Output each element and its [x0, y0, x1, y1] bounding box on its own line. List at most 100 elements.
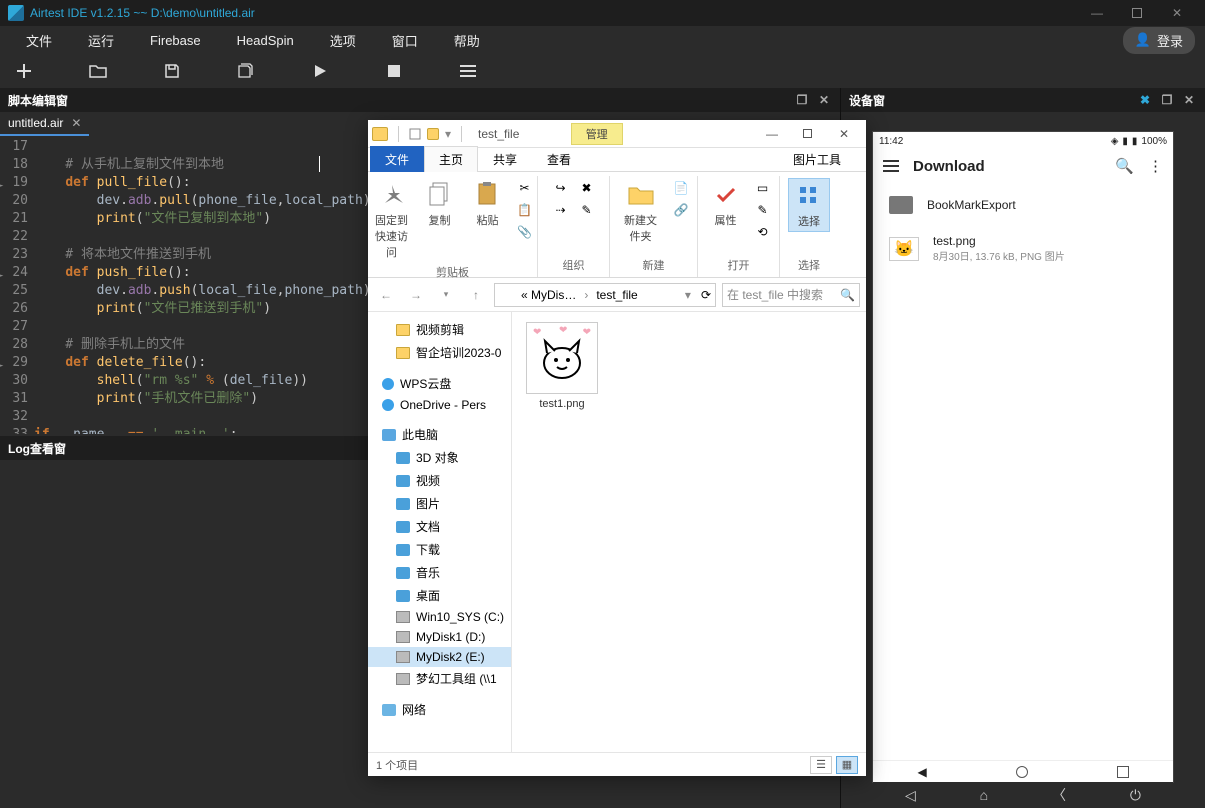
view-icons-button[interactable]: ▦	[836, 756, 858, 774]
tree-item[interactable]: 网络	[368, 698, 511, 721]
editor-tab[interactable]: untitled.air ✕	[0, 112, 89, 136]
editor-panel-close-icon[interactable]: ✕	[816, 92, 832, 108]
explorer-titlebar[interactable]: ▾ test_file 管理 — ✕	[368, 120, 866, 148]
ribbon-moveto-icon[interactable]: ↪	[551, 178, 571, 198]
editor-tab-close-icon[interactable]: ✕	[71, 116, 81, 130]
window-close-button[interactable]: ✕	[1157, 0, 1197, 26]
qat-folder-icon[interactable]	[427, 128, 439, 140]
tree-item[interactable]: MyDisk2 (E:)	[368, 647, 511, 667]
login-button[interactable]: 👤 登录	[1123, 27, 1195, 54]
ribbon-newitem-icon[interactable]: 📄	[671, 178, 691, 198]
nav-recent-dropdown[interactable]: ▾	[434, 283, 458, 307]
menu-firebase[interactable]: Firebase	[132, 27, 219, 54]
ribbon-edit-icon[interactable]: ✎	[753, 200, 773, 220]
explorer-nav-tree[interactable]: 视频剪辑智企培训2023-0 WPS云盘OneDrive - Pers 此电脑3D …	[368, 312, 512, 752]
menu-file[interactable]: 文件	[8, 25, 70, 56]
ribbon-tab-view[interactable]: 查看	[532, 146, 586, 172]
toolbar-saveall-button[interactable]	[234, 59, 258, 83]
qat-dropdown-icon[interactable]: ▾	[445, 127, 451, 141]
menu-window[interactable]: 窗口	[374, 25, 436, 56]
tree-item[interactable]: 视频剪辑	[368, 318, 511, 341]
nav-recent-icon[interactable]	[1117, 766, 1129, 778]
explorer-close-button[interactable]: ✕	[826, 122, 862, 146]
tree-item[interactable]: 下载	[368, 538, 511, 561]
device-power-button[interactable]: ⏻	[1130, 787, 1141, 804]
toolbar-new-button[interactable]	[12, 59, 36, 83]
tree-item[interactable]: 梦幻工具组 (\\1	[368, 667, 511, 690]
device-back-button[interactable]: ◁	[905, 787, 916, 804]
address-box[interactable]: « MyDis… › test_file ▾ ⟳	[494, 283, 716, 307]
tree-item[interactable]: 智企培训2023-0	[368, 341, 511, 364]
nav-back-button[interactable]: ←	[374, 283, 398, 307]
more-icon[interactable]: ⋮	[1148, 157, 1163, 175]
ribbon-shortcut-icon[interactable]: 📎	[515, 222, 535, 242]
menu-options[interactable]: 选项	[312, 25, 374, 56]
tree-item[interactable]: 图片	[368, 492, 511, 515]
nav-back-icon[interactable]: ◀	[917, 765, 926, 779]
ribbon-tab-home[interactable]: 主页	[424, 146, 478, 172]
tree-item[interactable]: Win10_SYS (C:)	[368, 607, 511, 627]
ribbon-newfolder-button[interactable]: 新建文件夹	[616, 178, 665, 246]
view-details-button[interactable]: ☰	[810, 756, 832, 774]
nav-home-icon[interactable]	[1016, 766, 1028, 778]
tree-item[interactable]: 视频	[368, 469, 511, 492]
ribbon-properties-button[interactable]: 属性	[705, 178, 747, 242]
menu-help[interactable]: 帮助	[436, 25, 498, 56]
phone-mirror[interactable]: 11:42 ◈ ▮ ▮ 100% Download 🔍 ⋮	[873, 132, 1173, 782]
explorer-manage-tab[interactable]: 管理	[571, 123, 623, 145]
editor-panel-popout-icon[interactable]: ❐	[794, 92, 810, 108]
refresh-icon[interactable]: ⟳	[701, 288, 711, 302]
toolbar-save-button[interactable]	[160, 59, 184, 83]
address-dropdown-icon[interactable]: ▾	[685, 288, 691, 302]
ribbon-tab-file[interactable]: 文件	[370, 146, 424, 172]
tree-item[interactable]: OneDrive - Pers	[368, 395, 511, 415]
ribbon-cut-icon[interactable]: ✂	[515, 178, 535, 198]
ribbon-tab-share[interactable]: 共享	[478, 146, 532, 172]
ribbon-copy-button[interactable]: 复制	[419, 178, 461, 262]
nav-up-button[interactable]: ↑	[464, 283, 488, 307]
qat-checkbox-icon[interactable]	[409, 128, 421, 140]
ribbon-paste-button[interactable]: 粘贴	[467, 178, 509, 262]
device-popout-icon[interactable]: ❐	[1159, 92, 1175, 108]
list-item[interactable]: 🐱 test.png 8月30日, 13.76 kB, PNG 图片	[873, 224, 1173, 273]
device-home-button[interactable]: ⌂	[980, 787, 988, 803]
ribbon-pin-button[interactable]: 固定到快速访问	[371, 178, 413, 262]
ribbon-open-icon[interactable]: ▭	[753, 178, 773, 198]
toolbar-more-button[interactable]	[456, 59, 480, 83]
tree-item[interactable]: 文档	[368, 515, 511, 538]
menu-headspin[interactable]: HeadSpin	[219, 27, 312, 54]
explorer-content[interactable]: ❤ ❤ ❤ test1.png	[512, 312, 866, 752]
tree-item[interactable]: MyDisk1 (D:)	[368, 627, 511, 647]
tree-item[interactable]: 音乐	[368, 561, 511, 584]
device-close-icon[interactable]: ✕	[1181, 92, 1197, 108]
toolbar-stop-button[interactable]	[382, 59, 406, 83]
device-tools-icon[interactable]: ✖	[1137, 92, 1153, 108]
ribbon-history-icon[interactable]: ⟲	[753, 222, 773, 242]
phone-file-list[interactable]: BookMarkExport 🐱 test.png 8月30日, 13.76 k…	[873, 182, 1173, 760]
file-item[interactable]: ❤ ❤ ❤ test1.png	[522, 322, 602, 410]
explorer-minimize-button[interactable]: —	[754, 122, 790, 146]
ribbon-delete-icon[interactable]: ✖	[577, 178, 597, 198]
ribbon-rename-icon[interactable]: ✎	[577, 200, 597, 220]
tree-item[interactable]: 3D 对象	[368, 446, 511, 469]
window-minimize-button[interactable]: —	[1077, 0, 1117, 26]
menu-run[interactable]: 运行	[70, 25, 132, 56]
breadcrumb[interactable]: test_file	[592, 288, 641, 302]
ribbon-copyto-icon[interactable]: ⇢	[551, 200, 571, 220]
list-item[interactable]: BookMarkExport	[873, 186, 1173, 224]
breadcrumb[interactable]: « MyDis…	[517, 288, 580, 302]
tree-item[interactable]: 桌面	[368, 584, 511, 607]
ribbon-select-button[interactable]: 选择	[788, 178, 830, 232]
search-icon[interactable]: 🔍	[1115, 157, 1134, 175]
device-prev-button[interactable]: 〈	[1052, 785, 1066, 805]
tree-item[interactable]: 此电脑	[368, 423, 511, 446]
toolbar-open-button[interactable]	[86, 59, 110, 83]
explorer-maximize-button[interactable]	[790, 122, 826, 146]
nav-forward-button[interactable]: →	[404, 283, 428, 307]
ribbon-easyaccess-icon[interactable]: 🔗	[671, 200, 691, 220]
window-maximize-button[interactable]	[1117, 0, 1157, 26]
ribbon-tab-picturetools[interactable]: 图片工具	[778, 146, 856, 172]
explorer-search-box[interactable]: 在 test_file 中搜索 🔍	[722, 283, 860, 307]
tree-item[interactable]: WPS云盘	[368, 372, 511, 395]
menu-icon[interactable]	[883, 160, 899, 172]
